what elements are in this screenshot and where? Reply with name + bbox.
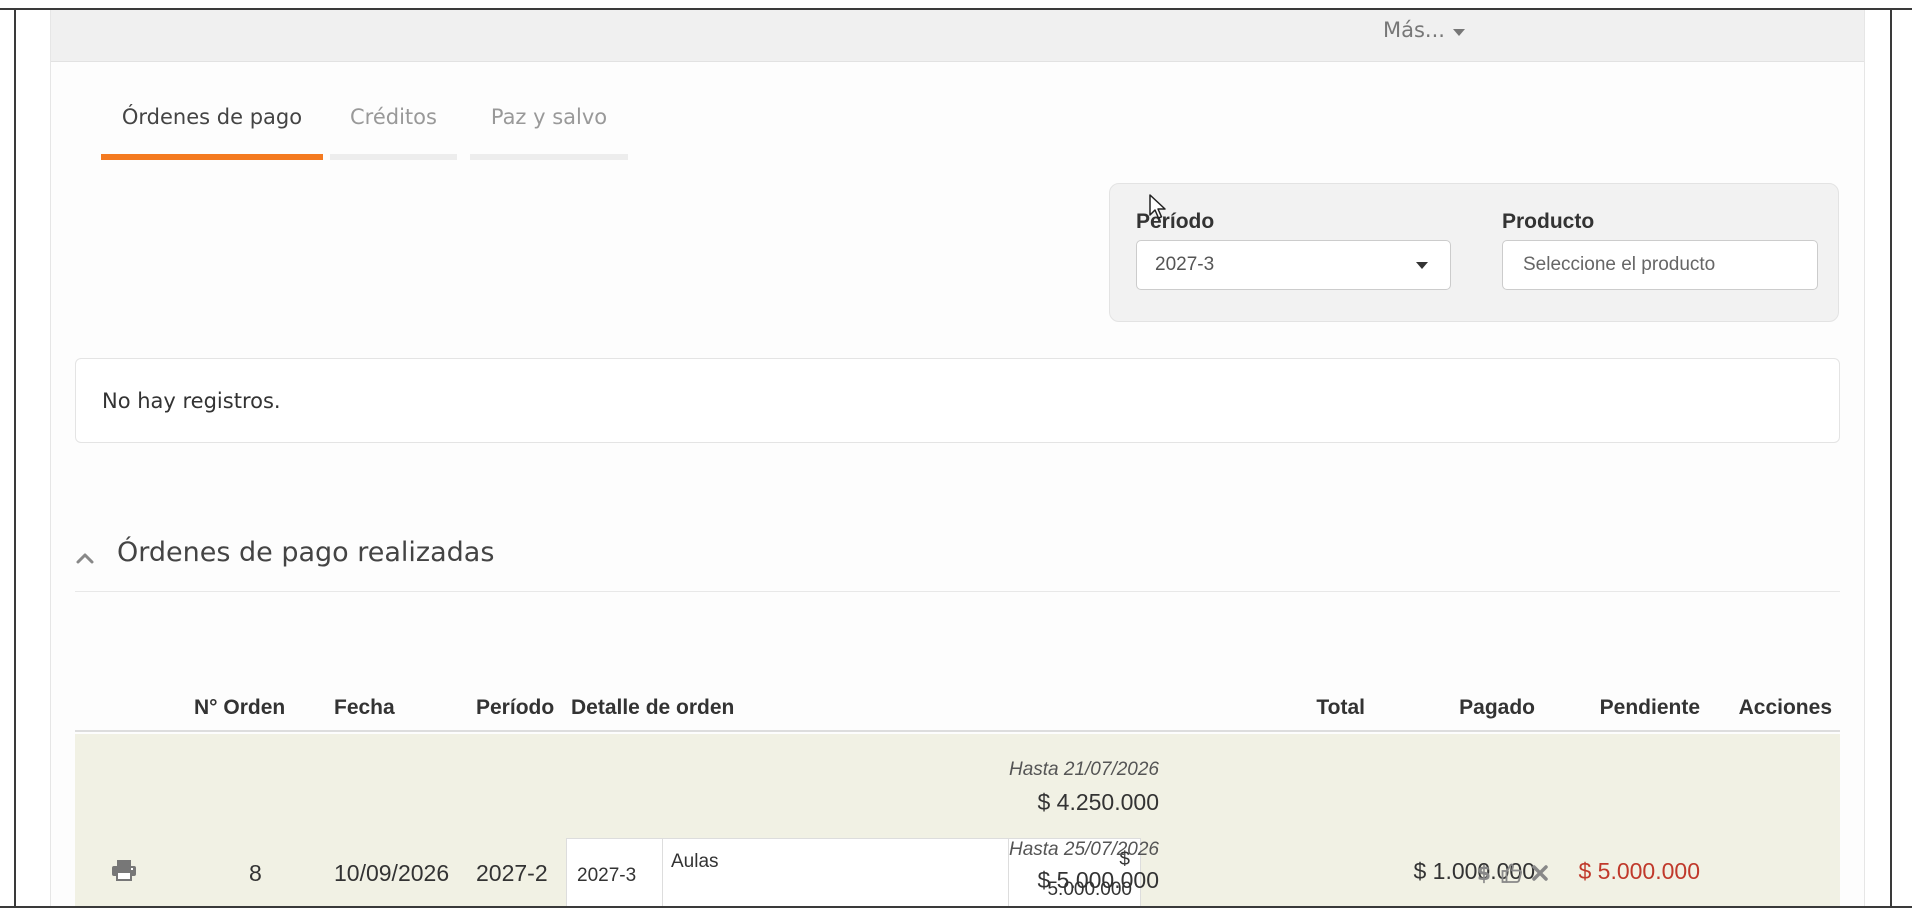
mouse-cursor-icon xyxy=(1149,194,1166,219)
tab-paz-y-salvo[interactable]: Paz y salvo xyxy=(470,100,628,160)
section-header[interactable]: Órdenes de pago realizadas xyxy=(75,532,1840,592)
tab-underline xyxy=(470,154,628,160)
chevron-up-icon[interactable] xyxy=(75,548,95,568)
column-header-acciones: Acciones xyxy=(1738,696,1832,719)
empty-results-panel: No hay registros. xyxy=(75,358,1840,443)
tab-label: Créditos xyxy=(350,105,437,129)
column-header-detalle: Detalle de orden xyxy=(571,696,735,719)
frame-right-border xyxy=(1890,8,1892,908)
tab-label: Órdenes de pago xyxy=(121,105,303,129)
producto-input[interactable]: Seleccione el producto xyxy=(1502,240,1818,290)
tab-ordenes-de-pago[interactable]: Órdenes de pago xyxy=(101,100,323,160)
detail-period-cell: 2027-3 xyxy=(567,839,663,906)
column-header-numero: N° Orden xyxy=(194,696,286,719)
tab-underline xyxy=(330,154,457,160)
caret-down-icon xyxy=(1452,28,1465,36)
top-navbar: Más... xyxy=(51,10,1864,62)
svg-text:$: $ xyxy=(1477,862,1491,884)
column-header-fecha: Fecha xyxy=(334,696,395,719)
order-period: 2027-2 xyxy=(476,860,548,886)
due-date-label: Hasta 21/07/2026 xyxy=(1008,759,1159,780)
screen-frame: Más... Órdenes de pago Créditos Paz y sa… xyxy=(0,0,1912,916)
empty-message: No hay registros. xyxy=(102,389,281,413)
table-row: 8 10/09/2026 2027-2 2027-3 Aulas $ 5.000… xyxy=(75,734,1840,906)
pending-amount: $ 5.000.000 xyxy=(1578,858,1700,884)
order-date: 10/09/2026 xyxy=(334,860,450,886)
tab-underline xyxy=(101,154,323,160)
periodo-select[interactable]: 2027-3 xyxy=(1136,240,1451,290)
frame-left-border xyxy=(14,8,16,908)
column-header-pagado: Pagado xyxy=(1459,696,1535,719)
periodo-label: Período xyxy=(1136,210,1215,233)
due-amount: $ 5.000.000 xyxy=(1037,867,1159,893)
table-header: N° Orden Fecha Período Detalle de orden … xyxy=(75,690,1840,732)
order-number: 8 xyxy=(249,860,262,886)
due-date-label: Hasta 25/07/2026 xyxy=(1008,839,1159,860)
producto-placeholder: Seleccione el producto xyxy=(1523,254,1716,275)
detail-concept-cell: Aulas xyxy=(663,839,1009,906)
detail-concept: Aulas xyxy=(671,851,719,872)
total-cell: Hasta 21/07/2026 $ 4.250.000 Hasta 25/07… xyxy=(1009,734,1455,906)
more-menu-label: Más... xyxy=(1383,18,1445,42)
page-content: Más... Órdenes de pago Créditos Paz y sa… xyxy=(50,10,1865,906)
times-icon[interactable] xyxy=(1529,862,1551,884)
frame-bottom-border xyxy=(0,906,1912,908)
column-header-pendiente: Pendiente xyxy=(1599,696,1700,719)
print-icon[interactable] xyxy=(111,859,137,881)
section-title: Órdenes de pago realizadas xyxy=(117,537,495,568)
column-header-periodo: Período xyxy=(476,696,555,719)
due-amount: $ 4.250.000 xyxy=(1037,789,1159,815)
tab-creditos[interactable]: Créditos xyxy=(330,100,457,160)
tab-label: Paz y salvo xyxy=(490,105,608,129)
producto-label: Producto xyxy=(1502,210,1595,233)
periodo-select-value: 2027-3 xyxy=(1155,254,1215,275)
column-header-total: Total xyxy=(1316,696,1365,719)
detail-period: 2027-3 xyxy=(577,865,637,886)
more-menu[interactable]: Más... xyxy=(1383,18,1465,42)
caret-down-icon xyxy=(1416,262,1428,269)
thumbs-up-icon[interactable] xyxy=(1501,862,1523,884)
row-actions: $ xyxy=(1473,862,1551,884)
filter-panel: Período 2027-3 Producto Seleccione el pr… xyxy=(1109,183,1839,322)
dollar-icon[interactable]: $ xyxy=(1473,862,1495,884)
